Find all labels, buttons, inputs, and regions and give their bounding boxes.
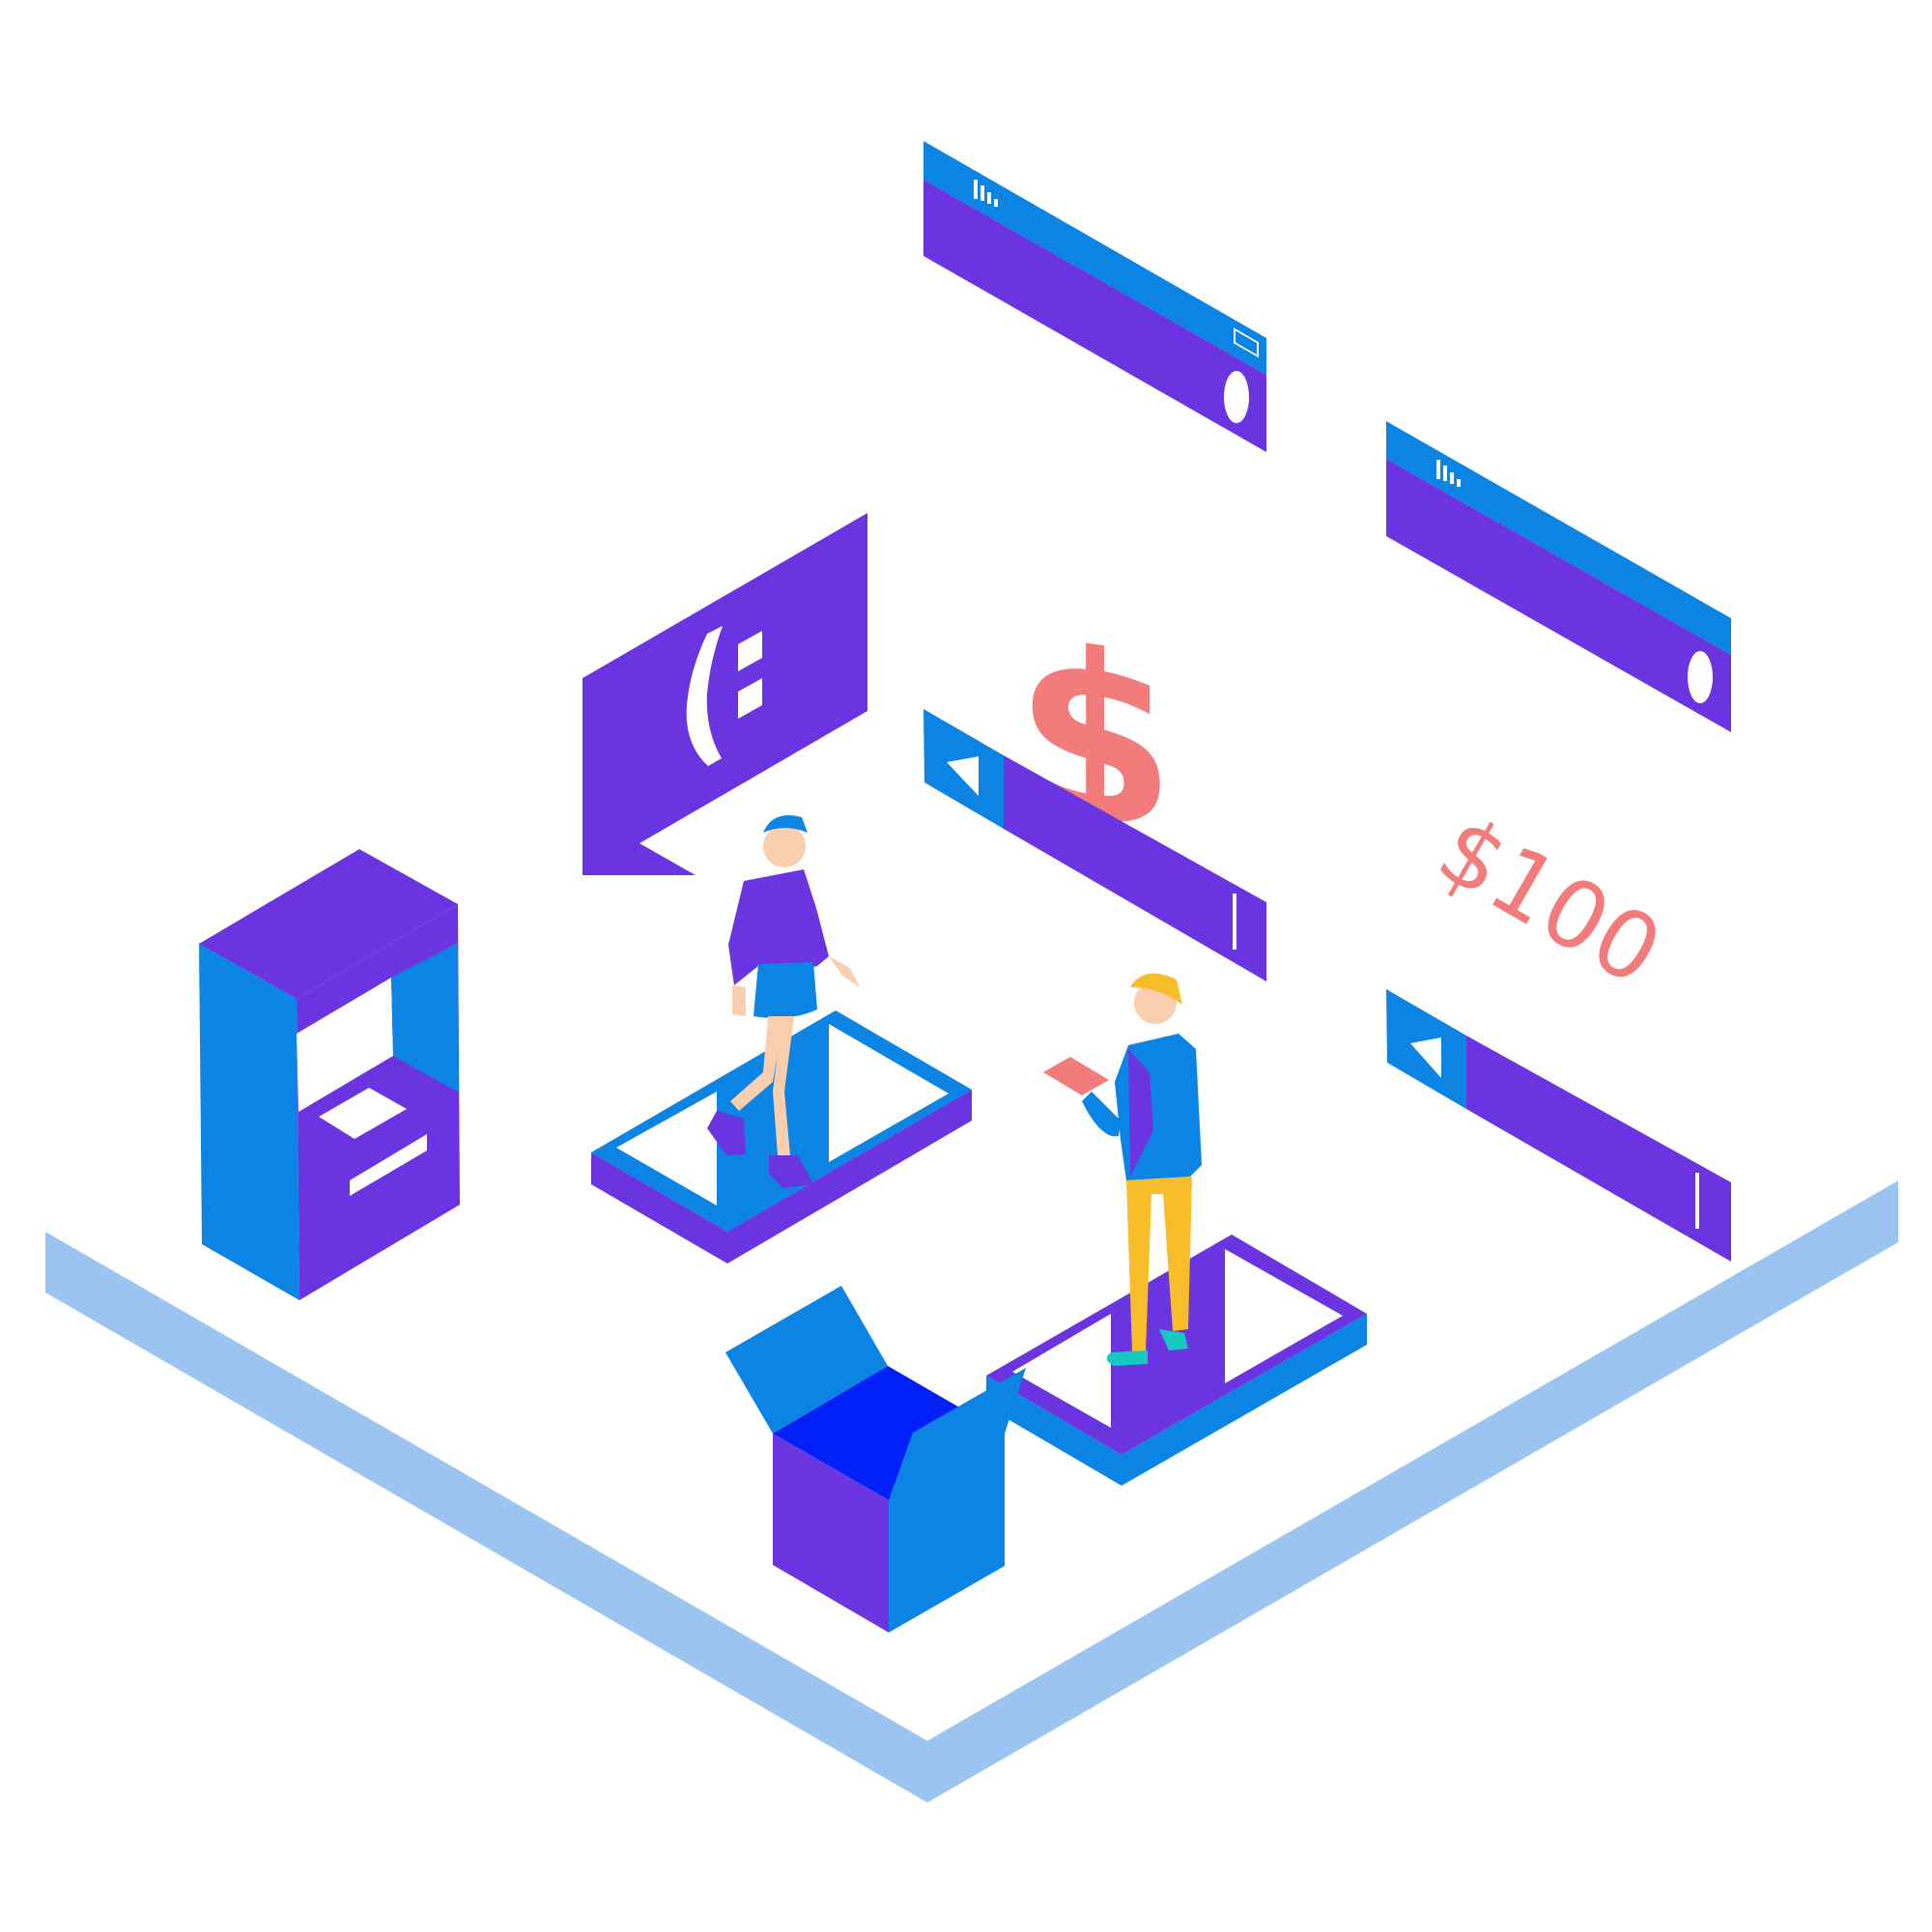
isometric-payment-scene: $ $100 (45, 141, 1898, 1803)
phone-panel-top-icon (923, 141, 1266, 452)
home-button-icon (1688, 651, 1713, 703)
home-button-icon (1224, 371, 1249, 423)
amount-label: $100 (1421, 795, 1680, 1007)
phone-panel-right-icon (1386, 421, 1731, 732)
chat-bubble-icon (582, 513, 867, 875)
